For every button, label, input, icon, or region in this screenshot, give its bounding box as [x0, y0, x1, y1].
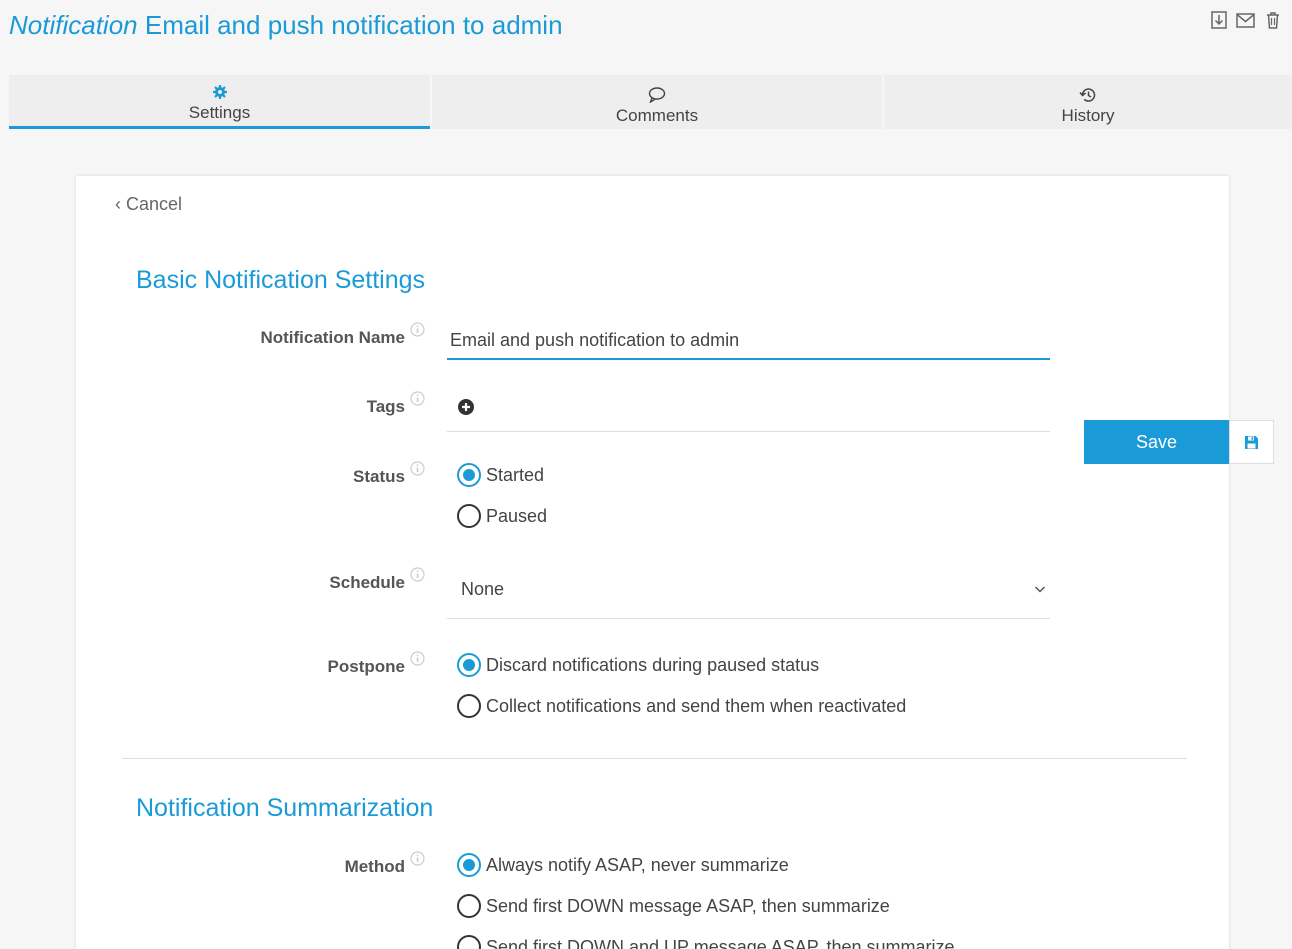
method-asap-label: Always notify ASAP, never summarize — [486, 854, 789, 875]
save-icon-button[interactable] — [1229, 420, 1274, 464]
tab-history[interactable]: History — [884, 75, 1292, 129]
radio-button — [457, 504, 481, 528]
cancel-link[interactable]: ‹ Cancel — [115, 194, 182, 215]
trash-icon[interactable] — [1263, 10, 1282, 30]
method-first-down-label: Send first DOWN message ASAP, then summa… — [486, 895, 890, 916]
settings-card: ‹ Cancel Basic Notification Settings Not… — [76, 176, 1229, 949]
chevron-left-icon: ‹ — [115, 194, 121, 214]
tab-history-label: History — [1061, 106, 1115, 125]
tab-settings[interactable]: Settings — [9, 75, 430, 129]
title-bar: Notification Email and push notification… — [0, 0, 1292, 50]
tab-comments-label: Comments — [615, 106, 699, 125]
tab-settings-label: Settings — [188, 103, 251, 122]
status-started-label: Started — [486, 464, 545, 485]
postpone-discard-radio[interactable]: Discard notifications during paused stat… — [457, 653, 819, 677]
method-first-down-up-radio[interactable]: Send first DOWN and UP message ASAP, the… — [457, 935, 955, 949]
save-label: Save — [1135, 431, 1178, 452]
info-icon — [410, 651, 425, 666]
postpone-collect-radio[interactable]: Collect notifications and send them when… — [457, 694, 906, 718]
radio-button — [457, 694, 481, 718]
radio-button — [457, 935, 481, 949]
summarization-heading: Notification Summarization — [136, 794, 434, 822]
chevron-down-icon — [1034, 586, 1046, 593]
radio-button — [457, 853, 481, 877]
radio-button — [457, 653, 481, 677]
history-icon — [1079, 85, 1097, 105]
section-divider — [122, 758, 1187, 759]
postpone-label: Postpone — [327, 657, 405, 676]
tags-field[interactable] — [447, 431, 1050, 432]
notification-name-input[interactable] — [447, 322, 1050, 360]
export-icon[interactable] — [1209, 10, 1228, 30]
status-label: Status — [353, 467, 405, 486]
page-title-name: Email and push notification to admin — [144, 10, 563, 40]
add-tag-icon[interactable] — [458, 399, 474, 415]
info-icon — [410, 851, 425, 866]
save-button[interactable]: Save — [1084, 420, 1229, 464]
method-asap-radio[interactable]: Always notify ASAP, never summarize — [457, 853, 789, 877]
page-title-kind: Notification — [9, 10, 138, 40]
gear-icon — [212, 82, 227, 102]
tab-bar: Settings Comments History — [9, 75, 1292, 129]
tab-comments[interactable]: Comments — [432, 75, 882, 129]
schedule-select[interactable] — [447, 568, 1050, 618]
top-actions — [1209, 10, 1282, 30]
postpone-discard-label: Discard notifications during paused stat… — [486, 654, 820, 675]
radio-button — [457, 894, 481, 918]
notification-name-label: Notification Name — [260, 328, 405, 347]
tags-label: Tags — [366, 397, 405, 416]
floppy-disk-icon — [1245, 435, 1258, 449]
status-paused-label: Paused — [486, 505, 548, 526]
basic-settings-heading: Basic Notification Settings — [136, 266, 426, 294]
method-first-down-radio[interactable]: Send first DOWN message ASAP, then summa… — [457, 894, 890, 918]
radio-button — [457, 463, 481, 487]
info-icon — [410, 461, 425, 476]
method-first-down-up-label: Send first DOWN and UP message ASAP, the… — [486, 936, 955, 949]
info-icon — [410, 567, 425, 582]
method-label: Method — [344, 857, 405, 876]
mail-icon[interactable] — [1236, 10, 1255, 30]
info-icon — [410, 391, 425, 406]
info-icon — [410, 322, 425, 337]
cancel-label: Cancel — [126, 194, 183, 214]
status-started-radio[interactable]: Started — [457, 463, 544, 487]
page-title: Notification Email and push notification… — [9, 10, 563, 41]
status-paused-radio[interactable]: Paused — [457, 504, 547, 528]
schedule-label: Schedule — [329, 573, 405, 592]
comment-icon — [648, 85, 666, 105]
schedule-value: None — [461, 579, 505, 599]
schedule-underline — [447, 618, 1050, 619]
postpone-collect-label: Collect notifications and send them when… — [486, 695, 907, 716]
